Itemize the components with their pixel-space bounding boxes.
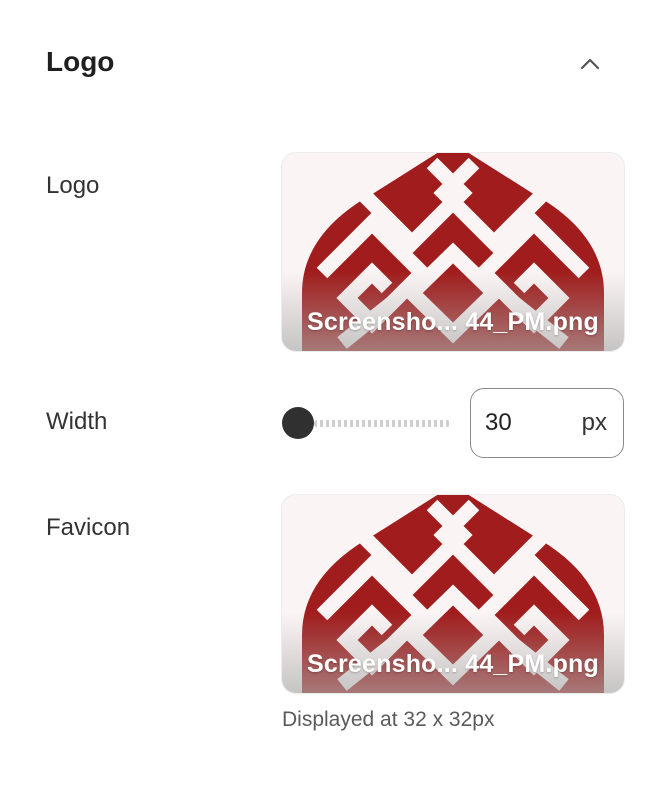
width-unit: px xyxy=(581,409,607,436)
width-input[interactable]: 30 px xyxy=(470,388,624,458)
slider-track xyxy=(314,420,450,427)
slider-handle[interactable] xyxy=(282,407,314,439)
logo-upload-preview[interactable]: Screensho... 44_PM.png xyxy=(282,153,624,351)
logo-file-name: Screensho... 44_PM.png xyxy=(307,308,599,336)
width-value[interactable]: 30 xyxy=(485,409,582,437)
favicon-label: Favicon xyxy=(46,514,131,541)
logo-label: Logo xyxy=(46,172,100,199)
favicon-file-name: Screensho... 44_PM.png xyxy=(307,650,599,678)
section-title: Logo xyxy=(46,46,115,77)
favicon-upload-preview[interactable]: Screensho... 44_PM.png xyxy=(282,495,624,693)
collapse-section-button[interactable] xyxy=(572,48,608,80)
width-label: Width xyxy=(46,408,108,435)
chevron-up-icon xyxy=(580,58,600,70)
favicon-size-hint: Displayed at 32 x 32px xyxy=(282,708,495,731)
width-slider[interactable] xyxy=(280,405,454,441)
